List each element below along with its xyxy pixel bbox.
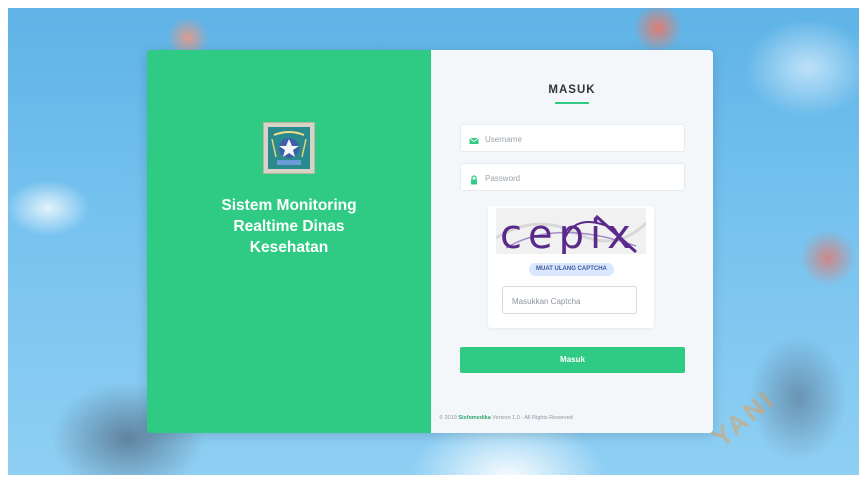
captcha-field[interactable] [502,286,637,315]
captcha-image: cepix [495,208,648,258]
emblem-icon [268,127,310,169]
footer: © 2019 Sisfomedika Version 1.0 - All Rig… [439,415,573,421]
heading-underline [555,102,589,104]
captcha-input[interactable] [510,287,634,315]
login-panel: MASUK Username cepix MUAT ULANG CAPTCHA … [431,50,713,433]
logo [263,122,315,174]
watermark: YANI [706,383,781,453]
lock-icon [469,172,479,185]
app-title-line: Realtime Dinas [233,218,345,235]
reload-captcha-button[interactable]: MUAT ULANG CAPTCHA [529,263,614,276]
username-field[interactable] [460,124,685,153]
brand-panel: Sistem Monitoring Realtime Dinas Kesehat… [147,50,431,433]
footer-prefix: © 2019 [439,415,457,421]
footer-suffix: Version 1.0 - All Rights Reserved [492,415,573,421]
envelope-icon [469,133,479,144]
login-card: Sistem Monitoring Realtime Dinas Kesehat… [147,50,713,433]
password-field[interactable] [460,163,685,192]
app-title-line: Kesehatan [249,239,329,256]
app-title-line: Sistem Monitoring [221,197,357,214]
login-heading: MASUK [548,84,596,96]
login-button[interactable]: Masuk [460,347,685,373]
footer-brand-link[interactable]: Sisfomedika [458,415,490,421]
username-input[interactable] [483,125,682,153]
captcha-box: cepix MUAT ULANG CAPTCHA [488,206,654,328]
password-input[interactable] [483,164,682,192]
app-title: Sistem Monitoring Realtime Dinas Kesehat… [167,195,411,258]
